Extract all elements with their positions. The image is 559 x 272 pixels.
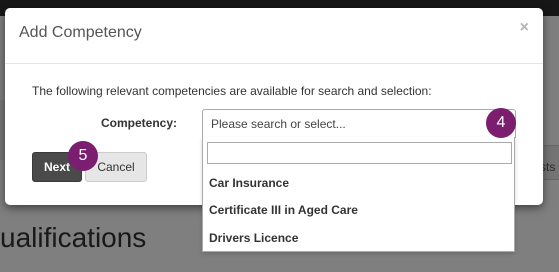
competency-dropdown: Car Insurance Certificate III in Aged Ca… bbox=[202, 137, 515, 252]
modal-title: Add Competency bbox=[19, 24, 142, 41]
competency-label: Competency: bbox=[101, 116, 178, 130]
modal-header: Add Competency × bbox=[5, 8, 543, 64]
modal-description: The following relevant competencies are … bbox=[32, 84, 432, 98]
option-drivers-licence[interactable]: Drivers Licence bbox=[203, 226, 514, 250]
competency-select[interactable]: Please search or select... bbox=[202, 109, 516, 138]
dropdown-search-input[interactable] bbox=[207, 142, 512, 164]
option-car-insurance[interactable]: Car Insurance bbox=[203, 171, 514, 195]
option-certificate-iii-aged-care[interactable]: Certificate III in Aged Care bbox=[203, 198, 514, 222]
step-marker-5: 5 bbox=[68, 141, 98, 171]
select-placeholder: Please search or select... bbox=[211, 117, 346, 131]
step-marker-4: 4 bbox=[486, 108, 516, 138]
close-icon[interactable]: × bbox=[520, 20, 529, 36]
